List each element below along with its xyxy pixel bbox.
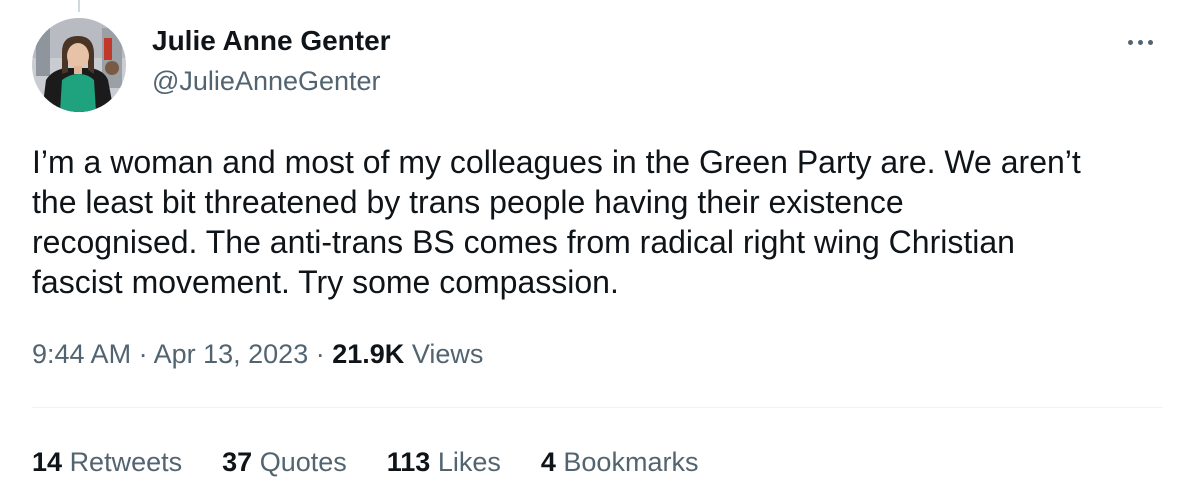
likes-count: 113 (386, 447, 431, 477)
meta-separator: · (315, 339, 325, 369)
more-horizontal-icon-dot (1137, 39, 1143, 45)
quotes-label: Quotes (259, 447, 347, 477)
tweet-date[interactable]: Apr 13, 2023 (154, 339, 309, 369)
thread-connector-line (78, 0, 80, 12)
divider (32, 407, 1163, 408)
author-display-name[interactable]: Julie Anne Genter (152, 25, 391, 57)
likes-stat[interactable]: 113 Likes (387, 447, 501, 478)
more-horizontal-icon (1127, 39, 1133, 45)
quotes-count: 37 (222, 447, 253, 477)
more-options-button[interactable] (1118, 22, 1162, 62)
tweet-text: I’m a woman and most of my colleagues in… (32, 142, 1172, 302)
tweet-text-line: recognised. The anti-trans BS comes from… (32, 224, 1015, 260)
bookmarks-stat[interactable]: 4 Bookmarks (541, 447, 699, 478)
views-count: 21.9K (332, 339, 405, 369)
views-label: Views (411, 339, 484, 369)
bookmarks-count: 4 (540, 447, 556, 477)
tweet-text-line: I’m a woman and most of my colleagues in… (32, 144, 1081, 180)
retweets-label: Retweets (69, 447, 183, 477)
author-avatar[interactable] (32, 18, 126, 112)
retweets-stat[interactable]: 14 Retweets (32, 447, 182, 478)
engagement-stats: 14 Retweets 37 Quotes 113 Likes 4 Bookma… (32, 447, 738, 478)
tweet-time[interactable]: 9:44 AM (32, 339, 131, 369)
bookmarks-label: Bookmarks (563, 447, 699, 477)
tweet-text-line: fascist movement. Try some compassion. (32, 264, 619, 300)
quotes-stat[interactable]: 37 Quotes (222, 447, 347, 478)
likes-label: Likes (437, 447, 501, 477)
meta-separator: · (138, 339, 148, 369)
author-handle[interactable]: @JulieAnneGenter (152, 66, 381, 97)
tweet-metadata: 9:44 AM · Apr 13, 2023 · 21.9K Views (32, 339, 483, 370)
more-horizontal-icon-dot (1147, 39, 1153, 45)
retweets-count: 14 (32, 447, 63, 477)
tweet-text-line: the least bit threatened by trans people… (32, 184, 904, 220)
avatar-photo (32, 18, 126, 112)
views-link[interactable]: 21.9K Views (332, 339, 483, 369)
